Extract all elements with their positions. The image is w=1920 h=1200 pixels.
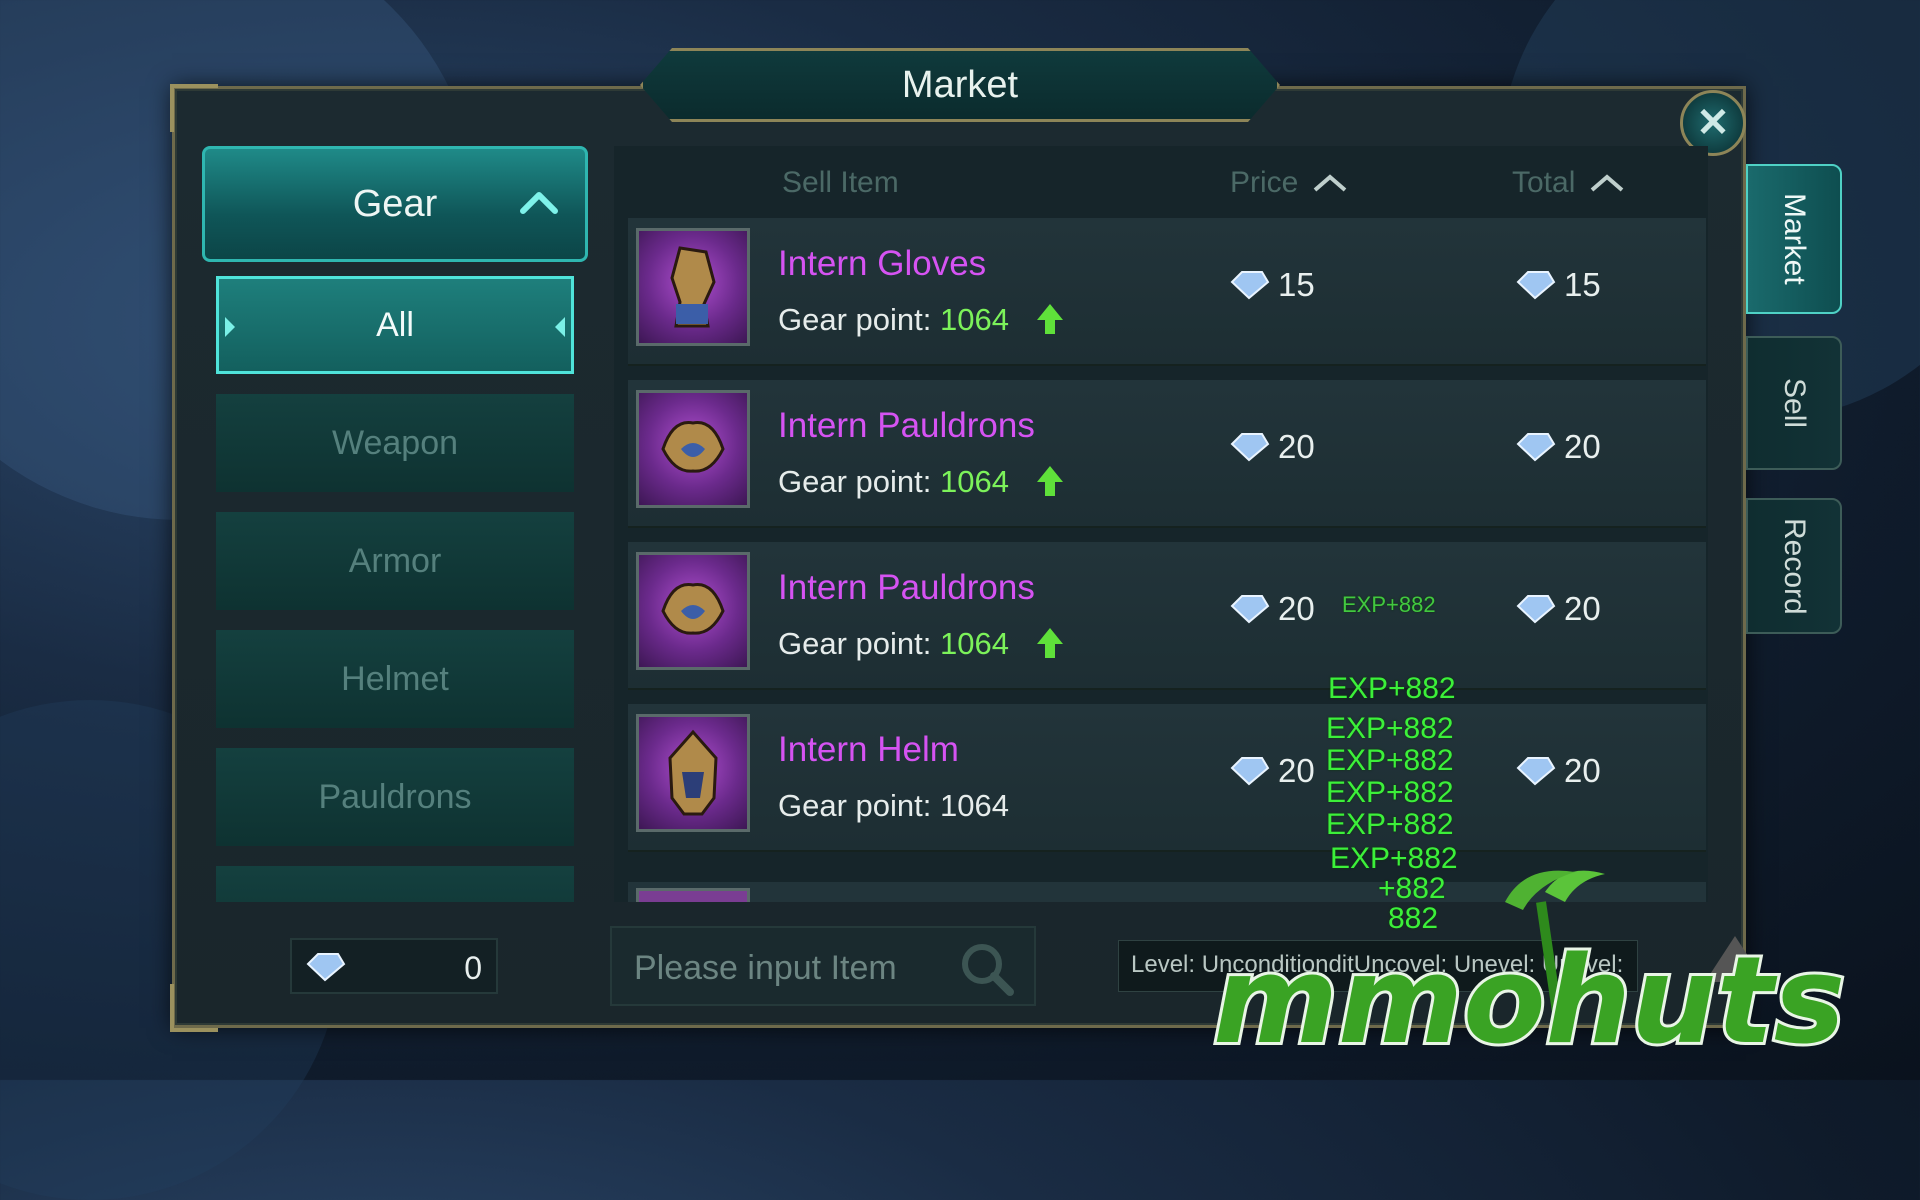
diamond-icon: [1230, 271, 1270, 300]
category-item-label: Pauldrons: [318, 777, 472, 816]
table-row[interactable]: Intern Helm Gear point: 1064 20 20: [628, 704, 1706, 852]
gear-point: Gear point: 1064: [778, 302, 1064, 338]
category-list: Gear All Weapon Armor Helmet Pauldrons: [202, 146, 594, 902]
table-row[interactable]: Intern Gloves Gear point: 1064 15 15: [628, 218, 1706, 366]
selection-marker-left: [225, 317, 235, 337]
helm-icon: [668, 729, 718, 816]
item-list-area: Sell Item Price Total Intern Gloves Gear…: [614, 146, 1708, 902]
search-field: [610, 926, 1036, 1006]
exp-popup: EXP+882: [1326, 808, 1454, 841]
category-item-label: All: [376, 305, 414, 344]
tab-market[interactable]: Market: [1746, 164, 1842, 314]
item-price: 20: [1228, 752, 1315, 790]
currency-value: 0: [464, 950, 482, 986]
pauldrons-icon: [661, 583, 725, 635]
item-price: 20: [1228, 590, 1315, 628]
exp-popup: EXP+882: [1326, 776, 1454, 809]
item-thumbnail: [636, 714, 750, 832]
panel-corner-ornament: [170, 984, 218, 1032]
exp-popup: EXP+882: [1342, 592, 1436, 617]
item-total: 20: [1514, 428, 1601, 466]
tab-market-label: Market: [1778, 193, 1811, 285]
pauldrons-icon: [661, 421, 725, 473]
item-thumbnail: [636, 552, 750, 670]
item-total: 20: [1514, 590, 1601, 628]
diamond-icon: [1230, 757, 1270, 786]
window-title: Market: [640, 48, 1280, 122]
chevron-up-icon: [520, 192, 558, 214]
mmohuts-logo: mmohuts: [1210, 870, 1848, 1062]
sort-ascending-icon: [1591, 174, 1624, 192]
sort-ascending-icon: [1314, 174, 1347, 192]
upgrade-arrow-icon: [1036, 466, 1063, 496]
diamond-icon: [1516, 757, 1556, 786]
category-item-all[interactable]: All: [216, 276, 574, 374]
upgrade-arrow-icon: [1036, 304, 1063, 334]
item-thumbnail: [636, 390, 750, 508]
gloves-icon: [670, 246, 716, 328]
diamond-icon: [1516, 595, 1556, 624]
item-total: 15: [1514, 266, 1601, 304]
diamond-icon: [1516, 433, 1556, 462]
category-item-helmet[interactable]: Helmet: [216, 630, 574, 728]
item-name: Intern Pauldrons: [778, 406, 1035, 445]
close-icon: ✕: [1696, 101, 1730, 145]
category-item-partial[interactable]: [216, 866, 574, 902]
diamond-icon: [1230, 433, 1270, 462]
column-header-total[interactable]: Total: [1512, 166, 1625, 200]
column-header-sell-item: Sell Item: [782, 166, 899, 199]
category-item-pauldrons[interactable]: Pauldrons: [216, 748, 574, 846]
tab-sell-label: Sell: [1778, 377, 1811, 429]
column-header-price[interactable]: Price: [1230, 166, 1348, 200]
exp-popup: EXP+882: [1326, 712, 1454, 745]
item-total: 20: [1514, 752, 1601, 790]
exp-popup: EXP+882: [1326, 744, 1454, 777]
tab-record-label: Record: [1778, 517, 1811, 615]
category-item-weapon[interactable]: Weapon: [216, 394, 574, 492]
selection-marker-right: [555, 317, 565, 337]
table-row[interactable]: Intern Pauldrons Gear point: 1064 20 20: [628, 380, 1706, 528]
gear-point: Gear point: 1064: [778, 626, 1064, 662]
table-row[interactable]: Intern Pauldrons Gear point: 1064 20 20: [628, 542, 1706, 690]
upgrade-arrow-icon: [1036, 628, 1063, 658]
tab-record[interactable]: Record: [1746, 498, 1842, 634]
window-title-text: Market: [901, 63, 1019, 106]
item-name: Intern Helm: [778, 730, 959, 769]
svg-text:mmohuts: mmohuts: [1213, 932, 1845, 1062]
category-item-armor[interactable]: Armor: [216, 512, 574, 610]
search-input[interactable]: [632, 942, 956, 994]
tab-sell[interactable]: Sell: [1746, 336, 1842, 470]
currency-balance: 0: [290, 938, 498, 994]
item-thumbnail: [636, 888, 750, 902]
item-price: 20: [1228, 428, 1315, 466]
category-item-label: Weapon: [331, 423, 459, 462]
item-name: Intern Pauldrons: [778, 568, 1035, 607]
panel-corner-ornament: [170, 84, 218, 132]
search-icon[interactable]: [958, 940, 1016, 998]
item-price: 15: [1228, 266, 1315, 304]
category-dropdown-gear[interactable]: Gear: [202, 146, 588, 262]
diamond-icon: [1516, 271, 1556, 300]
exp-popup: EXP+882: [1328, 672, 1456, 705]
category-item-label: Helmet: [341, 659, 449, 698]
diamond-icon: [306, 953, 346, 982]
item-thumbnail: [636, 228, 750, 346]
item-name: Intern Gloves: [778, 244, 987, 283]
item-rows: Intern Gloves Gear point: 1064 15 15 Int…: [628, 218, 1708, 902]
diamond-icon: [1230, 595, 1270, 624]
category-item-label: Armor: [348, 541, 442, 580]
gear-point: Gear point: 1064: [778, 788, 1009, 823]
gear-point: Gear point: 1064: [778, 464, 1064, 500]
category-header-label: Gear: [352, 182, 438, 225]
